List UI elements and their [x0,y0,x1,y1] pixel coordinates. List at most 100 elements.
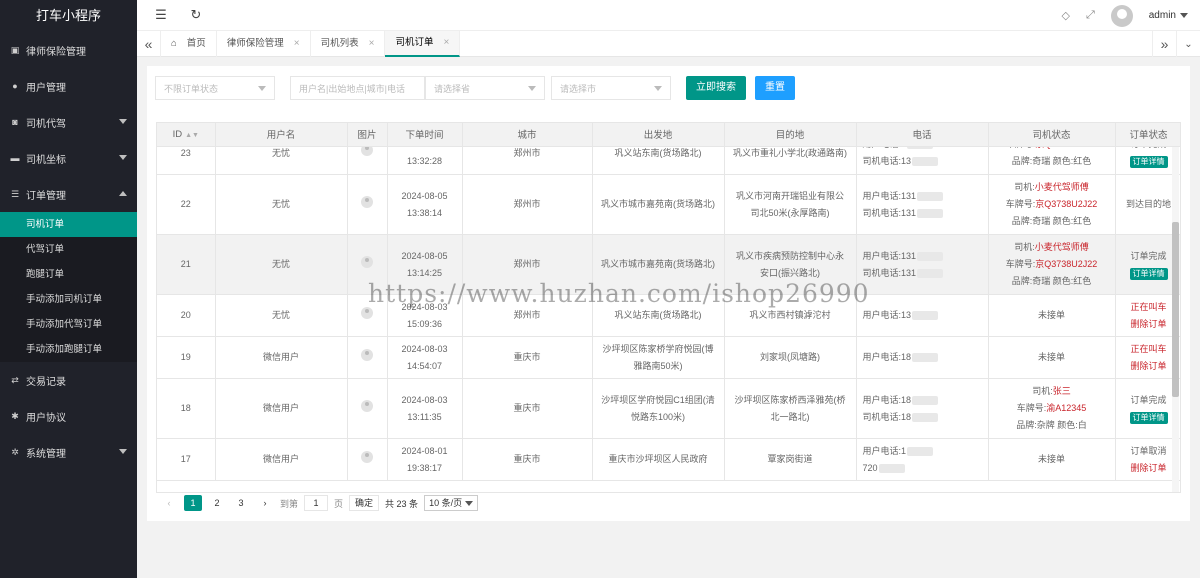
order-detail-button[interactable]: 订单详情 [1129,411,1168,424]
tab-home[interactable]: ⌂ 首页 [161,31,217,57]
delete-order-button[interactable]: 删除订单 [1130,319,1166,329]
col-id[interactable]: ID ▲▼ [157,123,216,147]
avatar[interactable] [1110,4,1133,27]
table-scrollbar[interactable] [1172,147,1179,492]
page-input[interactable]: 1 [304,495,329,511]
cell-city: 郑州市 [462,234,593,295]
avatar-thumbnail[interactable] [361,306,373,319]
cell-id: 21 [180,259,191,269]
sort-icon[interactable]: ▲▼ [185,132,199,139]
menu-toggle-icon[interactable]: ☰ [153,7,169,23]
cell-destination: 巩义市疾病预防控制中心永 安口(振兴路北) [724,234,857,295]
sidebar-item-transactions[interactable]: ⇄ 交易记录 [0,362,137,398]
tabs-menu-icon[interactable]: ⌄ [1176,31,1200,57]
table-row: 19 微信用户 2024-08-03 14:54:07 重庆市 沙坪坝区陈家桥学府悦园(博… [157,336,1180,379]
cell-driver-status: 车牌号:京Q3738U2J22 品牌:奇瑞 颜色:红色 [988,146,1116,175]
province-select[interactable]: 请选择省 [425,76,545,100]
driver-name: 小麦代驾师傅 [1034,182,1089,192]
sidebar-item-system[interactable]: ✲ 系统管理 [0,434,137,470]
order-detail-button[interactable]: 订单详情 [1129,156,1168,169]
goto-label: 到第 [280,498,299,509]
cell-image [347,378,388,439]
sidebar-subitem-add-errand-order[interactable]: 手动添加跑腿订单 [0,337,137,362]
theme-icon[interactable]: ◇ [1061,9,1069,22]
cell-phone: 用户电话:13 [856,294,989,337]
page-2[interactable]: 2 [208,495,226,511]
avatar-thumbnail[interactable] [361,348,373,361]
origin-line: 雅路南50米) [633,360,683,371]
phone-line: 用户电话:18 [862,394,912,405]
page-size-value: 10 条/页 [429,498,463,508]
avatar-thumbnail[interactable] [361,399,373,412]
col-order-status: 订单状态 [1115,123,1180,147]
cell-destination: 巩义市西村镇滹沱村 [724,294,857,337]
cell-driver-status: 未接单 [988,294,1116,337]
order-status-select[interactable]: 不限订单状态 [155,76,275,100]
delete-order-button[interactable]: 删除订单 [1130,463,1166,473]
cell-phone: 用户电话:18 司机电话:18 [856,378,989,439]
sidebar-subitem-chauffeur-orders[interactable]: 代驾订单 [0,237,137,262]
driver-prefix: 司机: [1014,182,1035,192]
refresh-icon[interactable]: ↻ [188,7,204,23]
prev-page-icon[interactable]: ‹ [160,495,178,511]
cell-order-status: 订单完成订单详情 [1115,146,1180,175]
reset-button[interactable]: 重置 [755,76,795,100]
chevron-down-icon [528,86,536,91]
home-icon: ⌂ [171,38,177,49]
sidebar-item-driver-service[interactable]: ◙ 司机代驾 [0,104,137,140]
cell-order-status: 订单完成订单详情 [1115,378,1180,439]
city-select[interactable]: 请选择市 [551,76,671,100]
sidebar-item-user-agreement[interactable]: ✱ 用户协议 [0,398,137,434]
sidebar-item-users[interactable]: ● 用户管理 [0,68,137,104]
avatar-thumbnail[interactable] [361,450,373,463]
next-page-icon[interactable]: › [256,495,274,511]
avatar-thumbnail[interactable] [361,146,373,157]
tabs-scroll-right-icon[interactable]: » [1152,31,1176,57]
page-3[interactable]: 3 [232,495,250,511]
cell-username: 无忧 [271,199,290,209]
page-tabs: ⌂ 首页 律师保险管理 × 司机列表 × 司机订单 × [161,30,461,57]
order-detail-button[interactable]: 订单详情 [1129,267,1168,280]
sidebar-subitem-driver-orders[interactable]: 司机订单 [0,212,137,237]
sidebar-subitem-add-chauffeur-order[interactable]: 手动添加代驾订单 [0,312,137,337]
top-header: ☰ ↻ ◇ ⤢ admin [137,0,1200,31]
sidebar-item-driver-coords[interactable]: ▬ 司机坐标 [0,140,137,176]
cell-id: 18 [180,403,191,413]
sidebar-item-label: 律师保险管理 [26,46,86,58]
sidebar-subitem-errand-orders[interactable]: 跑腿订单 [0,262,137,287]
table-header: ID ▲▼ 用户名 图片 下单时间 城市 出发地 目的地 电话 司机状态 订单状态 [157,123,1180,147]
phone-line: 用户电话:131 [862,190,917,201]
phone-line: 用户电话:131 [862,250,917,261]
tab-label: 司机列表 [320,38,359,49]
close-icon[interactable]: × [369,31,375,57]
avatar-thumbnail[interactable] [361,255,373,268]
orders-table: ID ▲▼ 用户名 图片 下单时间 城市 出发地 目的地 电话 司机状态 订单状态 [157,123,1180,147]
close-icon[interactable]: × [444,30,450,56]
delete-order-button[interactable]: 删除订单 [1130,361,1166,371]
destination-line: 巩义市重礼小学北(政通路南) [733,147,847,158]
close-icon[interactable]: × [294,31,300,57]
sidebar-item-lawyer-insurance[interactable]: ▣ 律师保险管理 [0,32,137,68]
scrollbar-thumb[interactable] [1172,222,1179,397]
tab-driver-list[interactable]: 司机列表 × [311,31,386,57]
avatar-thumbnail[interactable] [361,195,373,208]
phone-line: 司机电话:131 [862,267,917,278]
fullscreen-icon[interactable]: ⤢ [1086,9,1095,22]
tabs-scroll-left-icon[interactable]: « [137,31,161,57]
tab-driver-orders[interactable]: 司机订单 × [385,30,461,57]
confirm-page-button[interactable]: 确定 [349,495,380,511]
cell-date: 2024-08-03 [401,301,448,312]
page-1[interactable]: 1 [184,495,202,511]
tab-lawyer-insurance[interactable]: 律师保险管理 × [217,31,311,57]
user-menu[interactable]: admin [1149,10,1188,21]
masked-number [907,446,934,456]
search-button[interactable]: 立即搜索 [686,76,746,100]
cell-destination: 沙坪坝区陈家桥西泽雅苑(桥 北一路北) [724,378,857,439]
sidebar-item-orders[interactable]: ☰ 订单管理 [0,176,137,212]
search-input[interactable]: 用户名|出始地点|城市|电话 [290,76,425,100]
chevron-up-icon [119,191,127,196]
driver-name: 张三 [1052,386,1071,396]
page-size-select[interactable]: 10 条/页 [424,495,479,511]
sidebar-subitem-add-driver-order[interactable]: 手动添加司机订单 [0,287,137,312]
main-card: 不限订单状态 用户名|出始地点|城市|电话 请选择省 请选择市 立即搜索 重置 [147,66,1190,521]
